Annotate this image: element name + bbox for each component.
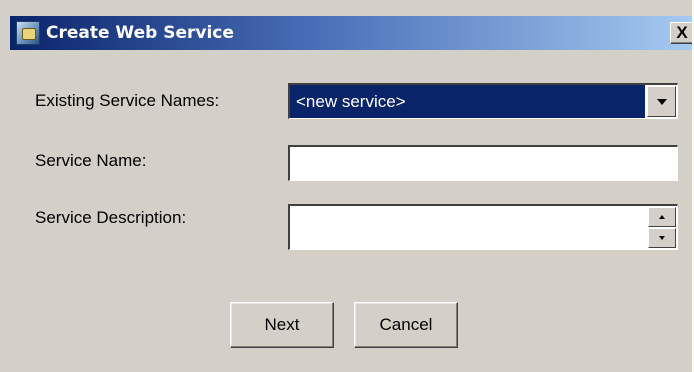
spin-down-icon[interactable] <box>648 228 676 248</box>
service-description-label: Service Description: <box>35 208 187 227</box>
web-service-app-icon <box>16 21 40 45</box>
close-icon: X <box>676 23 688 42</box>
service-name-label: Service Name: <box>35 151 147 170</box>
close-button[interactable]: X <box>670 22 694 44</box>
next-button[interactable]: Next <box>230 302 334 348</box>
service-description-field <box>288 204 678 250</box>
existing-service-names-label: Existing Service Names: <box>35 91 220 110</box>
service-description-input[interactable] <box>290 206 647 249</box>
title-bar[interactable]: Create Web Service X <box>10 16 694 50</box>
cancel-button[interactable]: Cancel <box>354 302 458 348</box>
dialog-title: Create Web Service <box>46 23 234 43</box>
existing-service-selected-value[interactable]: <new service> <box>290 85 645 118</box>
create-web-service-dialog: Create Web Service X Existing Service Na… <box>0 0 694 372</box>
spin-up-icon[interactable] <box>648 207 676 227</box>
service-name-input[interactable] <box>288 145 678 181</box>
existing-service-names-select[interactable]: <new service> <box>288 83 678 119</box>
chevron-down-icon[interactable] <box>647 86 676 117</box>
